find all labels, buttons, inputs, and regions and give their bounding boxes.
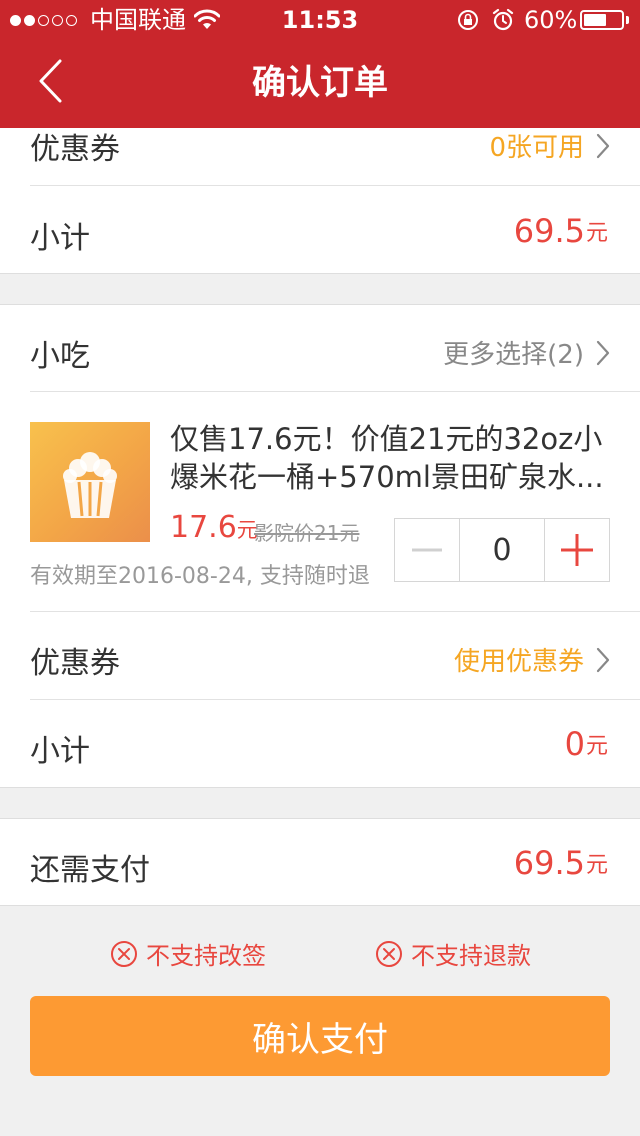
decrease-button[interactable] xyxy=(395,519,459,581)
plus-icon xyxy=(561,534,593,566)
snack-header-row[interactable]: 小吃 更多选择(2) xyxy=(0,305,640,391)
battery-icon xyxy=(580,10,624,30)
snack-subtotal-label: 小计 xyxy=(30,734,90,769)
chevron-right-icon xyxy=(596,647,610,672)
divider xyxy=(30,391,640,392)
ticket-coupon-value: 0张可用 xyxy=(489,133,584,163)
no-change-text: 不支持改签 xyxy=(146,942,266,970)
increase-button[interactable] xyxy=(545,519,609,581)
battery-level xyxy=(584,14,606,26)
page-title: 确认订单 xyxy=(252,63,388,103)
snack-subtotal-row: 小计 0元 xyxy=(0,700,640,787)
no-refund-text: 不支持退款 xyxy=(411,942,531,970)
quantity-value[interactable]: 0 xyxy=(459,519,545,581)
no-change-notice: 不支持改签 xyxy=(110,936,266,971)
ticket-subtotal-price: 69.5 元 xyxy=(514,212,608,250)
snack-price: 17.6元 xyxy=(170,510,258,545)
snack-validity: 有效期至2016-08-24, 支持随时退 xyxy=(30,564,370,589)
ticket-subtotal-amount: 69.5 xyxy=(513,212,585,250)
payment-unit: 元 xyxy=(585,853,608,878)
battery-terminal xyxy=(626,16,629,24)
section-divider xyxy=(0,787,640,788)
snack-thumbnail[interactable] xyxy=(30,422,150,542)
ticket-coupon-label: 优惠券 xyxy=(30,132,120,167)
popcorn-icon xyxy=(63,452,117,518)
payment-label: 还需支付 xyxy=(30,853,150,888)
payment-row: 还需支付 69.5 元 xyxy=(0,819,640,905)
battery-percent: 60% xyxy=(524,6,578,34)
ticket-subtotal-row: 小计 69.5 元 xyxy=(0,186,640,273)
section-divider xyxy=(0,273,640,274)
chevron-right-icon xyxy=(596,340,610,365)
rotation-lock-icon xyxy=(457,9,481,35)
ticket-subtotal-label: 小计 xyxy=(30,221,90,256)
payment-amount: 69.5 xyxy=(513,844,585,882)
snack-price-amount: 17.6 xyxy=(170,510,237,545)
ticket-coupon-value-wrap: 0张可用 xyxy=(489,127,610,164)
alarm-icon xyxy=(491,8,515,36)
payment-price: 69.5 元 xyxy=(514,844,608,882)
top-bar: 中国联通 11:53 60% 确认订单 xyxy=(0,0,640,128)
ticket-subtotal-unit: 元 xyxy=(585,221,608,246)
snack-coupon-value-wrap: 使用优惠券 xyxy=(454,641,610,678)
quantity-stepper: 0 xyxy=(394,518,610,582)
no-refund-notice: 不支持退款 xyxy=(375,936,531,971)
section-divider xyxy=(0,905,640,906)
status-bar: 中国联通 11:53 60% xyxy=(0,0,640,40)
navigation-bar: 确认订单 xyxy=(0,40,640,128)
snack-section-label: 小吃 xyxy=(30,339,90,374)
minus-icon xyxy=(412,548,442,552)
snack-coupon-row[interactable]: 优惠券 使用优惠券 xyxy=(0,612,640,699)
snack-more-wrap: 更多选择(2) xyxy=(443,334,610,371)
snack-coupon-label: 优惠券 xyxy=(30,646,120,681)
snack-title[interactable]: 仅售17.6元！价值21元的32oz小爆米花一桶+570ml景田矿泉水... xyxy=(170,420,610,496)
close-circle-icon xyxy=(111,940,137,967)
close-circle-icon xyxy=(376,940,402,967)
chevron-right-icon xyxy=(596,133,610,158)
use-coupon-link: 使用优惠券 xyxy=(453,647,584,677)
confirm-payment-button[interactable]: 确认支付 xyxy=(30,996,610,1076)
snack-original-price: 影院价21元 xyxy=(254,521,360,545)
snack-more-choices: 更多选择(2) xyxy=(443,340,584,370)
snack-subtotal-price: 0元 xyxy=(565,725,608,763)
snack-subtotal-amount: 0 xyxy=(564,725,585,763)
snack-subtotal-unit: 元 xyxy=(585,734,608,759)
